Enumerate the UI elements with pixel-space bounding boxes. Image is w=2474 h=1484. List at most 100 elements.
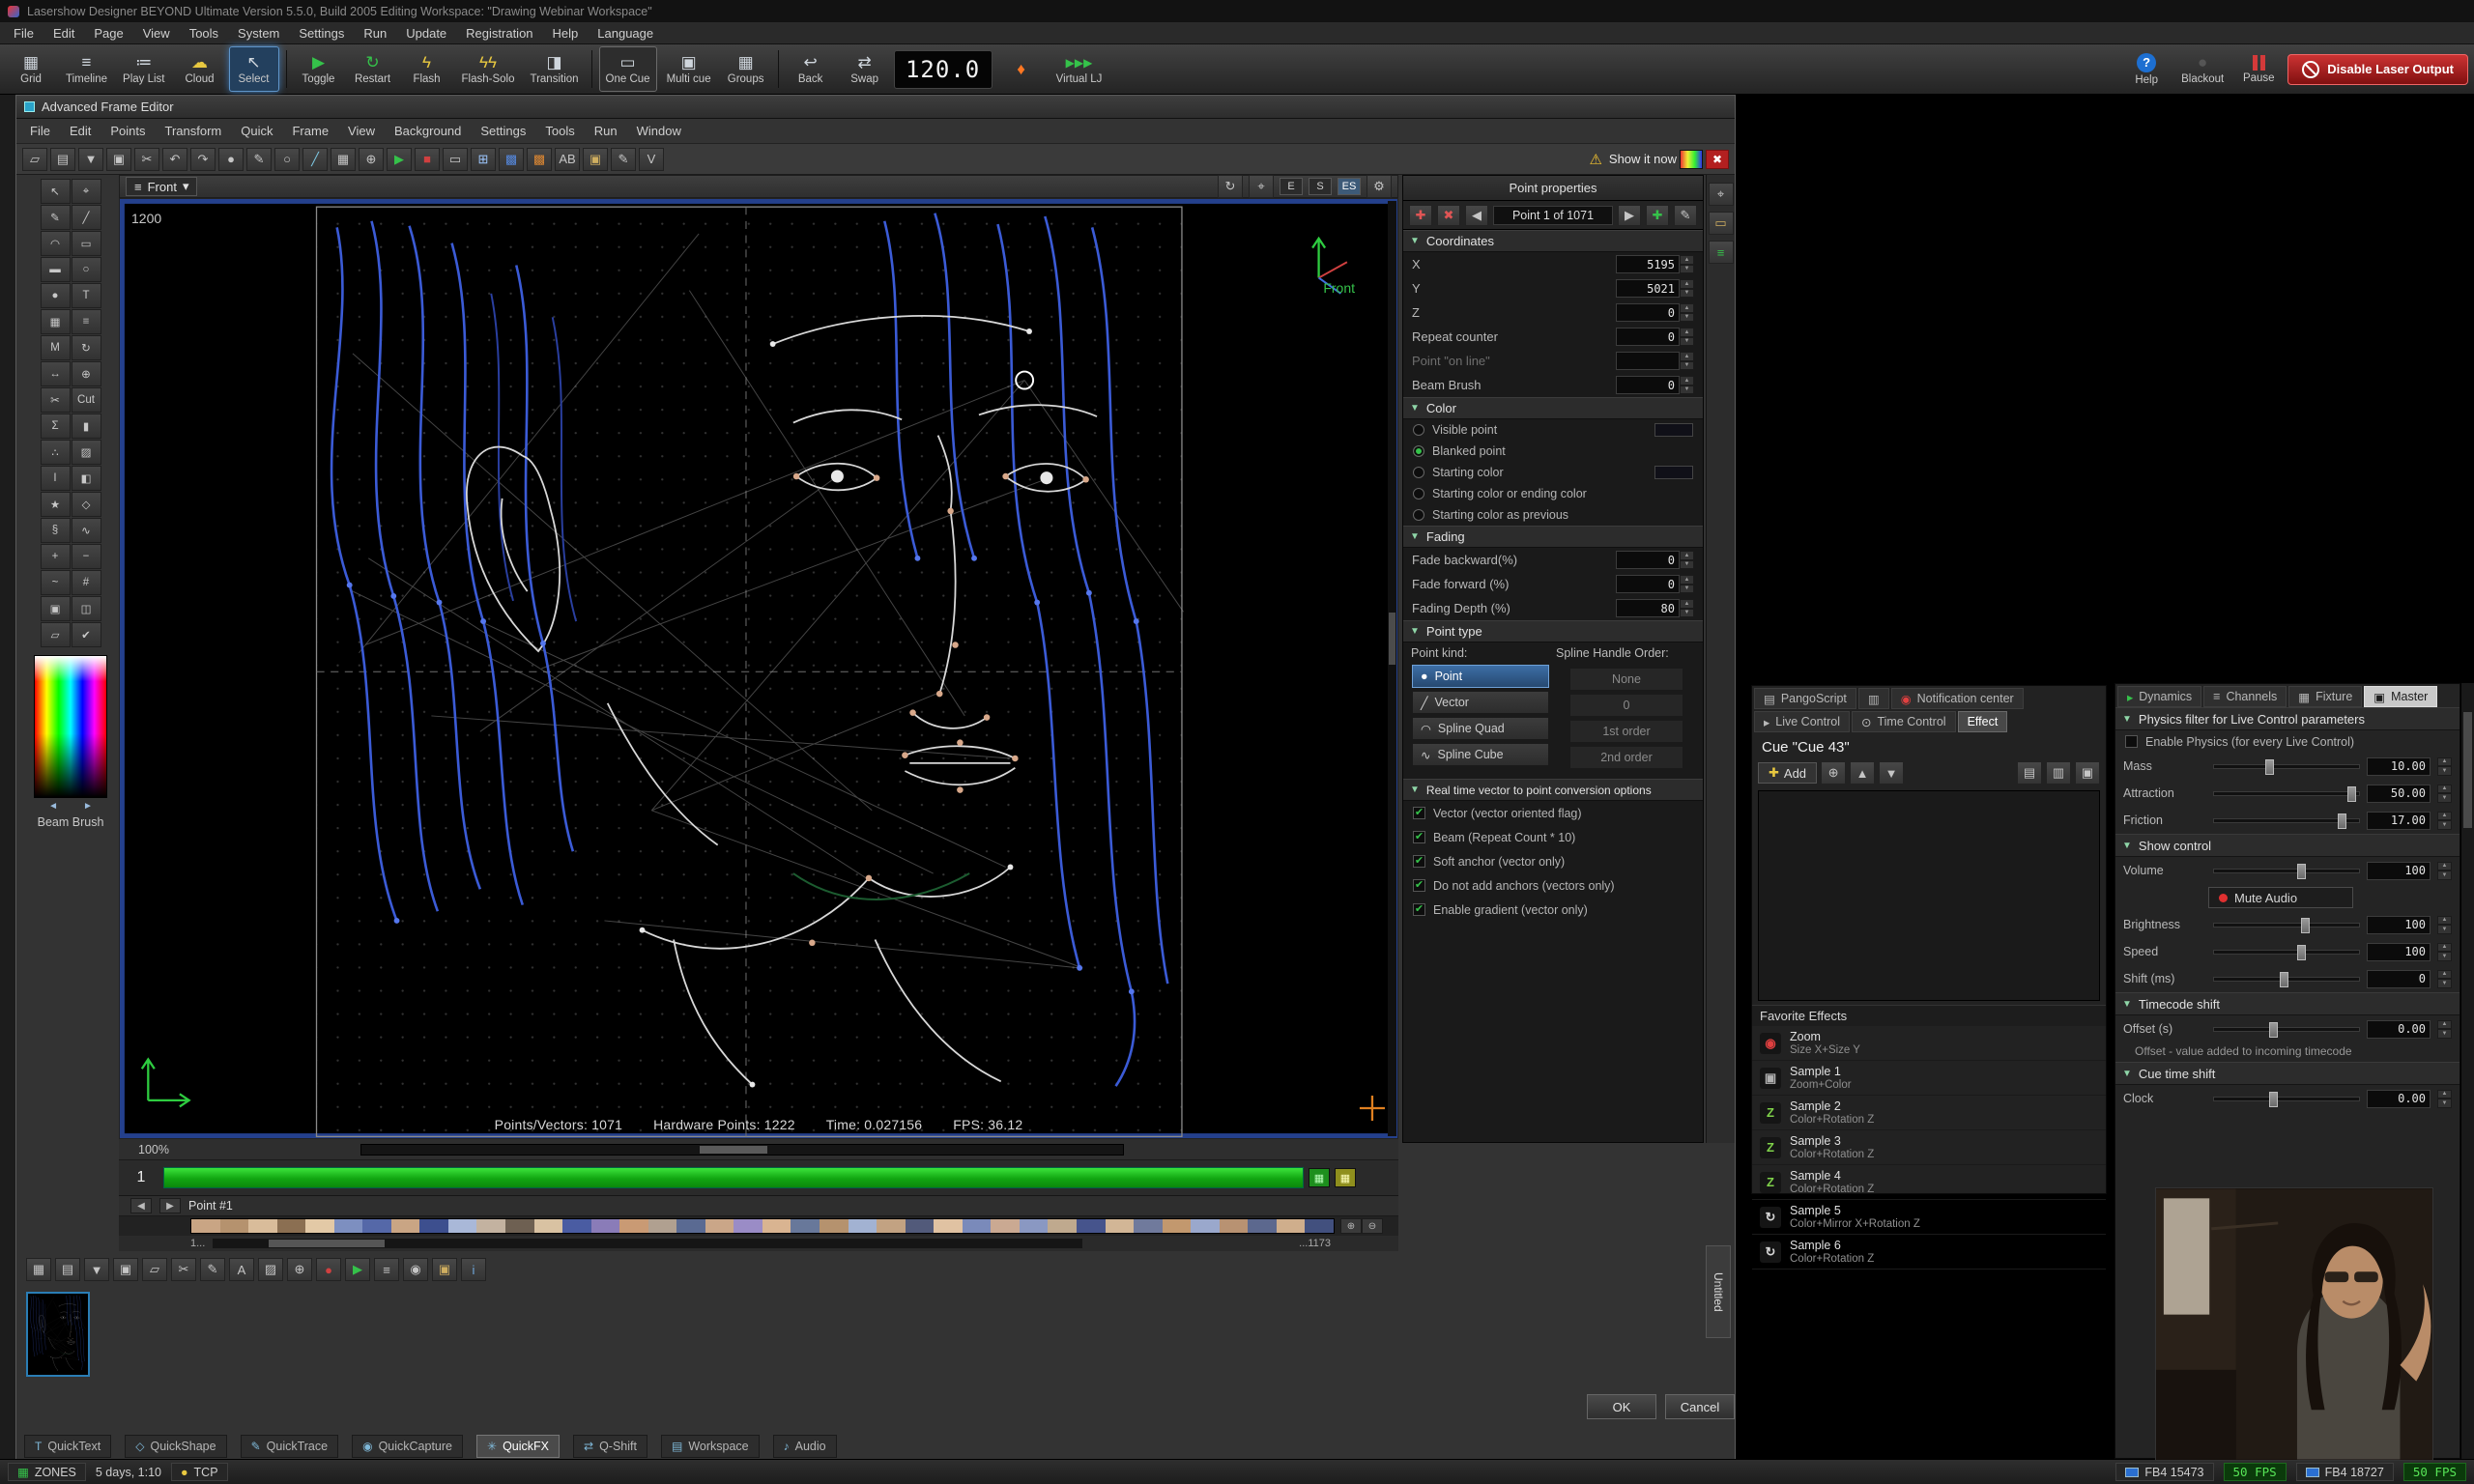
realtime-option[interactable]: ✔ Beam (Repeat Count * 10) (1403, 825, 1703, 849)
favorite-effect-row[interactable]: Z Sample 4Color+Rotation Z (1752, 1165, 2106, 1200)
arc-tool[interactable]: ◠ (41, 231, 71, 256)
flip-tool[interactable]: ◫ (72, 596, 101, 621)
fading-section-header[interactable]: ▼Fading (1403, 526, 1703, 548)
snap-tool[interactable]: # (72, 570, 101, 595)
shift-value-field[interactable]: 0 (2367, 970, 2431, 988)
multi-cue-button[interactable]: ▣Multi cue (661, 46, 717, 92)
flash-solo-button[interactable]: ϟϟFlash-Solo (456, 46, 521, 92)
line-tool[interactable]: ╱ (72, 205, 101, 230)
zoom-out-strip-icon[interactable]: ⊖ (1362, 1218, 1383, 1234)
filled-ellipse-tool[interactable]: ● (41, 283, 71, 308)
spline-order-zero-button[interactable]: 0 (1569, 694, 1683, 717)
realtime-section-header[interactable]: ▼Real time vector to point conversion op… (1403, 779, 1703, 801)
main-menu-item[interactable]: Help (543, 24, 589, 43)
tab-pangoscript[interactable]: ▤PangoScript (1754, 688, 1856, 709)
quick-tab[interactable]: ◇ QuickShape (125, 1435, 226, 1458)
virtual-lj-button[interactable]: ▶▶▶Virtual LJ (1050, 46, 1108, 92)
pause-button[interactable]: Pause (2233, 46, 2284, 92)
add-point-tool[interactable]: + (41, 544, 71, 569)
palette-left-arrow-icon[interactable]: ◄ (48, 801, 58, 812)
spinner-arrows[interactable]: ▲▼ (1680, 303, 1694, 322)
spinner-arrows[interactable]: ▲▼ (2437, 812, 2452, 830)
beat-flame-button[interactable]: ♦ (996, 46, 1047, 92)
fading-value-field[interactable]: 0 (1616, 575, 1680, 593)
main-menu-item[interactable]: Language (588, 24, 663, 43)
timeline-button[interactable]: ≡Timeline (60, 46, 113, 92)
slider-thumb[interactable] (2301, 918, 2310, 933)
main-menu-item[interactable]: Tools (180, 24, 228, 43)
physics-section-header[interactable]: ▼Physics filter for Live Control paramet… (2115, 707, 2460, 730)
starting-color-option[interactable]: Starting color (1403, 462, 1703, 483)
spline-order-none-button[interactable]: None (1569, 668, 1683, 691)
view-mode-s-button[interactable]: S (1309, 178, 1332, 195)
favorite-effect-row[interactable]: Z Sample 2Color+Rotation Z (1752, 1096, 2106, 1130)
v-label-icon[interactable]: V (639, 148, 664, 171)
color-picker-gradient[interactable] (34, 655, 107, 798)
transition-button[interactable]: ◨Transition (524, 46, 584, 92)
brightness-slider[interactable] (2213, 923, 2360, 928)
afe-menu-item[interactable]: Quick (231, 122, 282, 140)
zones-button[interactable]: ▦ZONES (8, 1463, 86, 1481)
refresh-view-icon[interactable]: ↻ (1218, 175, 1243, 198)
spinner-arrows[interactable]: ▲▼ (2437, 1020, 2452, 1039)
restart-button[interactable]: ↻Restart (348, 46, 398, 92)
afe-menu-item[interactable]: Frame (282, 122, 338, 140)
toggle-button[interactable]: ▶Toggle (294, 46, 344, 92)
wave-tool[interactable]: ∿ (72, 518, 101, 543)
cut-tool[interactable]: Cut (72, 387, 101, 413)
frame-icon[interactable]: ▭ (443, 148, 468, 171)
new-frame-icon[interactable]: ▱ (22, 148, 47, 171)
slider-thumb[interactable] (2269, 1092, 2278, 1107)
move-down-icon[interactable]: ▼ (1879, 761, 1904, 785)
timeline-scrollbar[interactable] (213, 1239, 1082, 1248)
mute-audio-button[interactable]: Mute Audio (2208, 887, 2353, 908)
flash-button[interactable]: ϟFlash (402, 46, 452, 92)
afe-menu-item[interactable]: Tools (535, 122, 584, 140)
drawing-canvas[interactable]: 1200 Front Points/Vectors: 1071Hardware … (119, 198, 1398, 1139)
ok-button[interactable]: OK (1587, 1394, 1656, 1419)
point-color-swatch[interactable] (1654, 423, 1693, 437)
tab-extra[interactable]: ▥ (1858, 688, 1889, 709)
spinner-arrows[interactable]: ▲▼ (1680, 575, 1694, 593)
scale-tool[interactable]: ↔ (41, 361, 71, 386)
playlist-button[interactable]: ≔Play List (117, 46, 170, 92)
eyedropper-tool[interactable]: I (41, 466, 71, 491)
rect-tool[interactable]: ▭ (72, 231, 101, 256)
coordinate-value-field[interactable]: 0 (1616, 303, 1680, 322)
spiral-tool[interactable]: § (41, 518, 71, 543)
coordinate-value-field[interactable] (1616, 352, 1680, 370)
tab-notification-center[interactable]: ◉Notification center (1891, 688, 2024, 709)
filled-rect-tool[interactable]: ▬ (41, 257, 71, 282)
rotate-tool[interactable]: ↻ (72, 335, 101, 360)
lock-icon[interactable]: ▣ (583, 148, 608, 171)
grid-snap-icon[interactable]: ▦ (331, 148, 356, 171)
blackout-button[interactable]: ●Blackout (2175, 46, 2229, 92)
prev-frame-icon[interactable]: ◀ (130, 1198, 152, 1213)
slider-track[interactable] (2213, 791, 2360, 796)
enable-physics-option[interactable]: Enable Physics (for every Live Control) (2115, 730, 2460, 753)
pattern-icon[interactable]: ▨ (258, 1258, 283, 1281)
smooth-tool[interactable]: ~ (41, 570, 71, 595)
groups-button[interactable]: ▦Groups (721, 46, 771, 92)
mirror-tool[interactable]: M (41, 335, 71, 360)
favorite-effect-row[interactable]: ▣ Sample 1Zoom+Color (1752, 1061, 2106, 1096)
tcp-indicator[interactable]: ●TCP (171, 1463, 228, 1481)
grid-orange-icon[interactable]: ▩ (527, 148, 552, 171)
spinner-arrows[interactable]: ▲▼ (1680, 328, 1694, 346)
line-mode-icon[interactable]: ╱ (302, 148, 328, 171)
spinner-arrows[interactable]: ▲▼ (1680, 352, 1694, 370)
help-button[interactable]: ?Help (2121, 46, 2172, 92)
star-tool[interactable]: ★ (41, 492, 71, 517)
offset-value-field[interactable]: 0.00 (2367, 1020, 2431, 1039)
fb4-device-1[interactable]: FB4 15473 (2115, 1463, 2213, 1481)
brightness-value-field[interactable]: 100 (2367, 916, 2431, 934)
speed-slider[interactable] (2213, 950, 2360, 955)
color-palette-icon[interactable] (1680, 150, 1703, 169)
brush-tool[interactable]: ▮ (72, 414, 101, 439)
spinner-arrows[interactable]: ▲▼ (2437, 757, 2452, 776)
add-effect-button[interactable]: ✚Add (1758, 762, 1817, 784)
apply-tool[interactable]: ✔ (72, 622, 101, 647)
speed-value-field[interactable]: 100 (2367, 943, 2431, 961)
view-settings-gear-icon[interactable]: ⚙ (1366, 175, 1392, 198)
realtime-option[interactable]: ✔ Vector (vector oriented flag) (1403, 801, 1703, 825)
